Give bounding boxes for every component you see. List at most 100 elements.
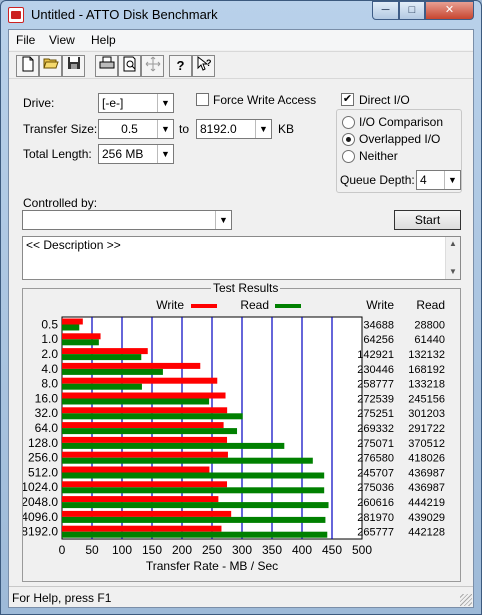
bar-read <box>62 457 313 464</box>
x-tick-label: 150 <box>142 543 162 557</box>
table-read-value: 418026 <box>408 453 445 465</box>
context-help-icon[interactable]: ? <box>192 55 215 77</box>
queue-depth-value: 4 <box>420 173 427 187</box>
print-preview-icon[interactable] <box>118 55 141 77</box>
bar-write <box>62 348 148 355</box>
x-tick-label: 50 <box>85 543 99 557</box>
table-write-value: 142921 <box>357 349 394 361</box>
x-tick-label: 100 <box>112 543 132 557</box>
bar-write <box>62 451 228 458</box>
bar-write <box>62 318 83 325</box>
y-tick-label: 2.0 <box>41 347 58 361</box>
save-icon[interactable] <box>62 55 85 77</box>
bar-read <box>62 472 325 479</box>
x-tick-label: 250 <box>202 543 222 557</box>
bar-read <box>62 442 285 449</box>
bar-write <box>62 510 232 517</box>
description-scrollbar[interactable]: ▲ ▼ <box>445 237 460 279</box>
new-icon[interactable] <box>16 55 39 77</box>
scroll-up-icon[interactable]: ▲ <box>446 237 460 251</box>
close-button[interactable]: ✕ <box>425 1 474 20</box>
bar-write <box>62 496 219 503</box>
io-comparison-radio[interactable] <box>342 116 355 129</box>
bar-write <box>62 377 218 384</box>
start-button[interactable]: Start <box>394 210 461 230</box>
table-read-value: 436987 <box>408 482 445 494</box>
table-read-value: 370512 <box>408 438 445 450</box>
y-tick-label: 8192.0 <box>23 525 58 539</box>
print-icon[interactable] <box>95 55 118 77</box>
x-tick-label: 500 <box>352 543 372 557</box>
table-write-value: 275251 <box>357 408 394 420</box>
transfer-from-value: 0.5 <box>121 122 138 136</box>
table-write-value: 260616 <box>357 497 394 509</box>
menu-help[interactable]: Help <box>91 33 116 47</box>
table-read-value: 245156 <box>408 393 445 405</box>
resize-grip-icon[interactable] <box>460 594 472 606</box>
maximize-button[interactable]: □ <box>399 1 425 20</box>
transfer-size-from-select[interactable]: 0.5 ▼ <box>98 119 174 139</box>
table-read-value: 301203 <box>408 408 445 420</box>
overlapped-io-label: Overlapped I/O <box>359 132 441 146</box>
table-write-value: 272539 <box>357 393 394 405</box>
table-read-value: 61440 <box>414 334 445 346</box>
bar-read <box>62 354 142 361</box>
chevron-down-icon: ▼ <box>444 171 460 189</box>
table-write-value: 275036 <box>357 482 394 494</box>
table-header-write: Write <box>366 298 394 312</box>
move-icon[interactable] <box>141 55 164 77</box>
force-write-checkbox[interactable] <box>196 93 209 106</box>
table-write-value: 64256 <box>363 334 394 346</box>
table-write-value: 281970 <box>357 512 394 524</box>
test-results-panel: Test Results 0 50 100 150 200 250 300 350 400 450… <box>21 281 461 582</box>
transfer-size-to-select[interactable]: 8192.0 ▼ <box>196 119 272 139</box>
queue-depth-select[interactable]: 4 ▼ <box>416 170 461 190</box>
y-tick-label: 512.0 <box>28 465 58 479</box>
chevron-down-icon: ▼ <box>157 145 173 163</box>
neither-label: Neither <box>359 149 398 163</box>
scroll-down-icon[interactable]: ▼ <box>446 265 460 279</box>
bar-read <box>62 398 210 405</box>
open-icon[interactable] <box>39 55 62 77</box>
table-write-value: 275071 <box>357 438 394 450</box>
table-read-value: 133218 <box>408 379 445 391</box>
bar-read <box>62 324 80 331</box>
help-icon[interactable]: ? <box>169 55 192 77</box>
title-bar[interactable]: Untitled - ATTO Disk Benchmark ─ □ ✕ <box>1 1 481 29</box>
bar-write <box>62 392 226 399</box>
controlled-by-label: Controlled by: <box>23 196 98 210</box>
menu-file[interactable]: File <box>16 33 35 47</box>
chevron-down-icon: ▼ <box>157 94 173 112</box>
table-read-value: 444219 <box>408 497 445 509</box>
bar-write <box>62 466 210 473</box>
app-icon[interactable] <box>8 7 24 23</box>
toolbar: ? ? <box>9 51 473 79</box>
status-text: For Help, press F1 <box>12 591 112 605</box>
table-write-value: 34688 <box>363 319 394 331</box>
x-tick-label: 400 <box>292 543 312 557</box>
drive-select[interactable]: [-e-] ▼ <box>98 93 174 113</box>
bar-write <box>62 436 228 443</box>
table-write-value: 265777 <box>357 527 394 539</box>
transfer-to-value: 8192.0 <box>200 122 237 136</box>
description-box[interactable]: << Description >> ▲ ▼ <box>22 236 461 280</box>
total-length-select[interactable]: 256 MB ▼ <box>98 144 174 164</box>
minimize-button[interactable]: ─ <box>372 1 399 20</box>
overlapped-io-radio[interactable] <box>342 133 355 146</box>
neither-radio[interactable] <box>342 150 355 163</box>
chevron-down-icon: ▼ <box>157 120 173 138</box>
bar-write <box>62 422 224 429</box>
svg-text:?: ? <box>206 58 212 68</box>
results-title: Test Results <box>211 281 281 295</box>
x-tick-label: 0 <box>59 543 66 557</box>
x-tick-label: 450 <box>322 543 342 557</box>
bar-write <box>62 407 228 414</box>
queue-depth-label: Queue Depth: <box>340 173 415 187</box>
controlled-by-select[interactable]: ▼ <box>22 210 232 230</box>
direct-io-checkbox[interactable]: ✔ <box>341 93 354 106</box>
y-tick-label: 8.0 <box>41 377 58 391</box>
x-tick-label: 200 <box>172 543 192 557</box>
io-comparison-label: I/O Comparison <box>359 115 444 129</box>
menu-view[interactable]: View <box>49 33 75 47</box>
table-read-value: 28800 <box>414 319 445 331</box>
